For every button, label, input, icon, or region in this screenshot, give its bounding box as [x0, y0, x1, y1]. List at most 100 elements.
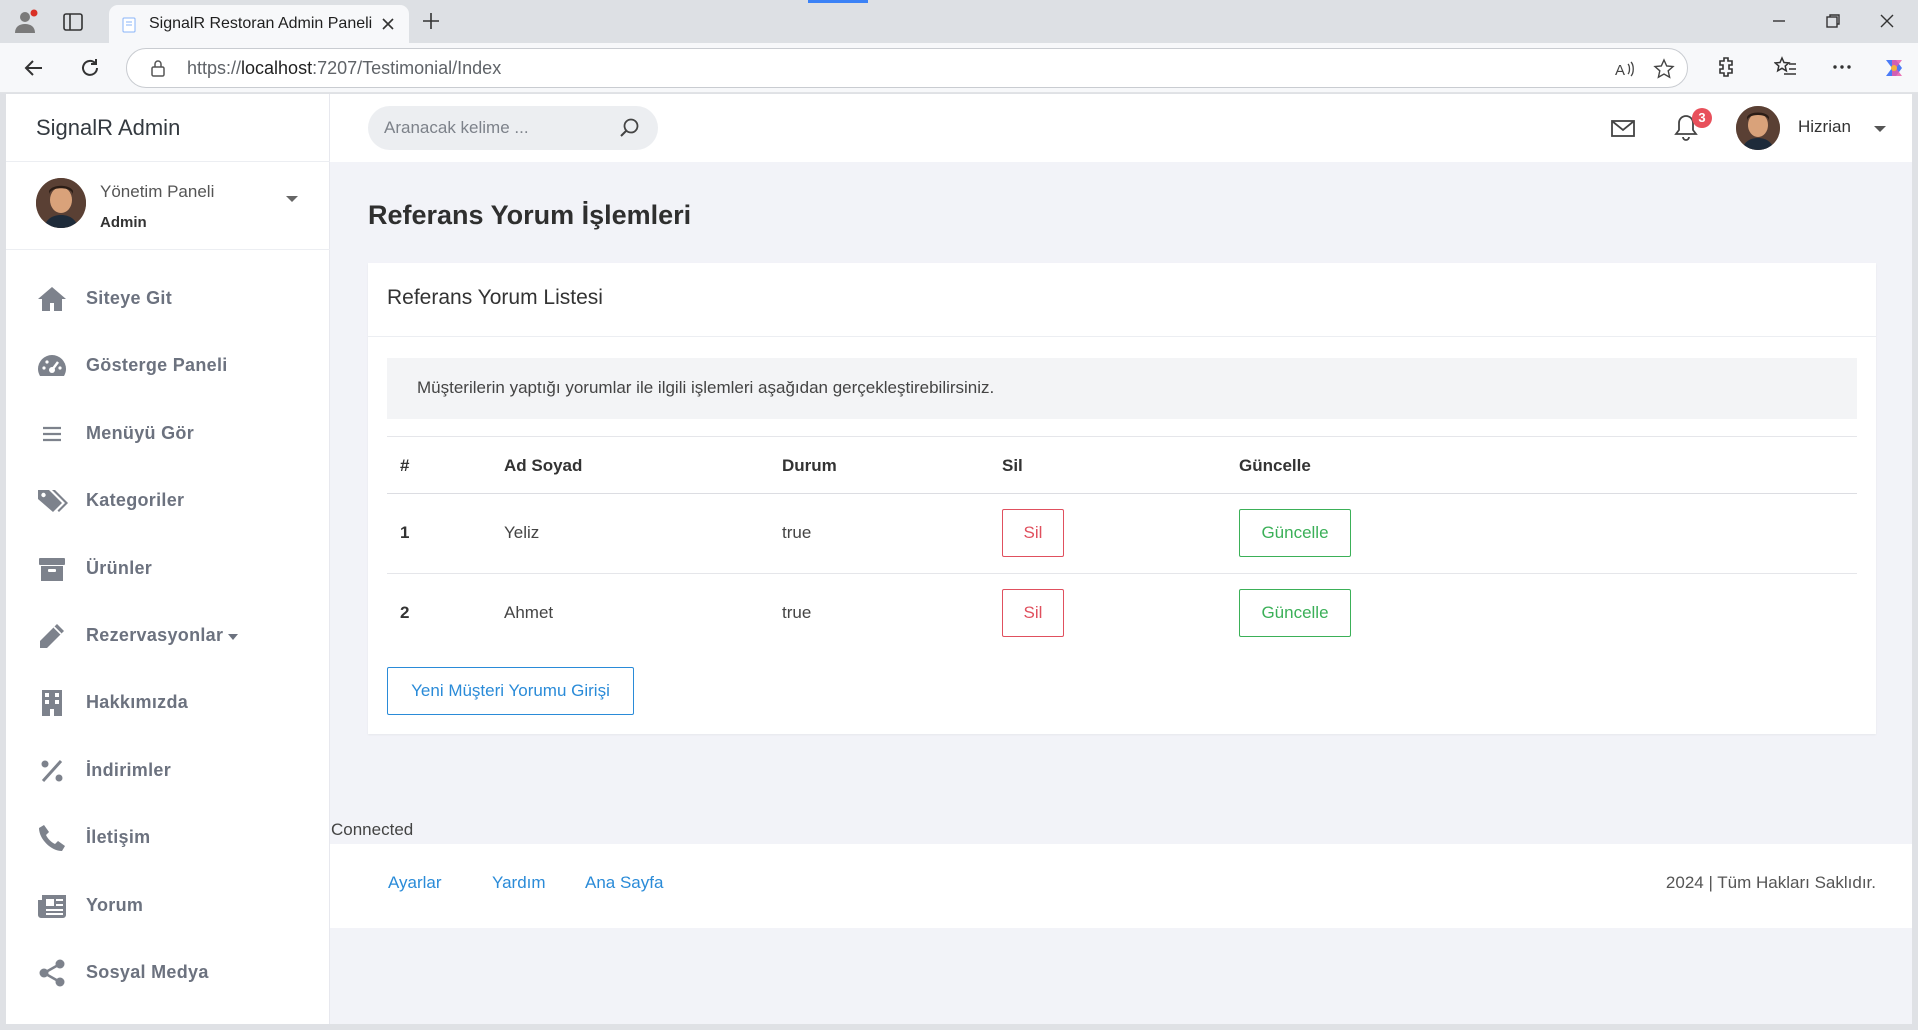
table-row: 2 Ahmet true Sil Güncelle: [387, 573, 1857, 652]
column-header-status: Durum: [782, 456, 837, 475]
mail-icon[interactable]: [1610, 116, 1636, 140]
sidebar: SignalR Admin Yönetim Paneli Admin Sitey…: [6, 94, 330, 1024]
reload-icon[interactable]: [78, 56, 102, 80]
percent-icon: [41, 759, 63, 782]
lock-icon[interactable]: [149, 59, 167, 77]
sidebar-item-label: Kategoriler: [86, 490, 185, 511]
sidebar-item-label: Hakkımızda: [86, 692, 189, 713]
building-icon: [42, 690, 62, 717]
read-aloud-icon[interactable]: A: [1613, 58, 1635, 80]
sidebar-menu: Siteye Git Gösterge Paneli Menüyü Gör Ka…: [6, 266, 330, 1007]
chevron-down-icon: [228, 633, 238, 640]
user-panel-title: Yönetim Paneli: [100, 182, 215, 201]
pencil-icon: [40, 623, 64, 648]
newspaper-icon: [38, 894, 66, 918]
info-text: Müşterilerin yaptığı yorumlar ile ilgili…: [417, 378, 995, 397]
chevron-down-icon[interactable]: [1874, 126, 1886, 132]
sidebar-item-gosterge-paneli[interactable]: Gösterge Paneli: [6, 333, 330, 400]
app-window: SignalR Admin Yönetim Paneli Admin Sitey…: [6, 94, 1912, 1024]
brand-title: SignalR Admin: [36, 115, 181, 140]
row-status: true: [782, 603, 812, 622]
copilot-icon[interactable]: [1880, 54, 1908, 82]
user-name[interactable]: Hizrian: [1798, 117, 1851, 137]
sidebar-item-siteye-git[interactable]: Siteye Git: [6, 266, 330, 333]
footer: Ayarlar Yardım Ana Sayfa 2024 | Tüm Hakl…: [330, 844, 1912, 928]
top-navbar: Aranacak kelime ... 3 Hizrian: [330, 94, 1912, 162]
browser-toolbar: https://localhost:7207/Testimonial/Index…: [0, 43, 1918, 93]
chevron-down-icon[interactable]: [286, 196, 298, 202]
row-number: 2: [400, 603, 410, 622]
url-text: https://localhost:7207/Testimonial/Index: [187, 58, 501, 79]
restore-icon[interactable]: [1822, 10, 1844, 32]
sidebar-item-menuyu-gor[interactable]: Menüyü Gör: [6, 401, 330, 468]
row-name: Yeliz: [504, 523, 540, 542]
card-title: Referans Yorum Listesi: [387, 286, 603, 309]
copyright: 2024 | Tüm Hakları Saklıdır.: [1665, 873, 1876, 892]
delete-button[interactable]: Sil: [1002, 589, 1064, 637]
tab-title: SignalR Restoran Admin Paneli: [149, 15, 373, 32]
footer-link-help[interactable]: Yardım: [492, 873, 546, 893]
notification-badge: 3: [1692, 108, 1712, 128]
page-title: Referans Yorum İşlemleri: [368, 200, 692, 230]
row-number: 1: [400, 523, 410, 542]
archive-icon: [39, 557, 65, 581]
column-header-update: Güncelle: [1239, 456, 1311, 475]
sidebar-item-label: Sosyal Medya: [86, 961, 209, 982]
minimize-icon[interactable]: [1768, 10, 1790, 32]
sidebar-item-urunler[interactable]: Ürünler: [6, 536, 330, 603]
sidebar-item-iletisim[interactable]: İletişim: [6, 805, 330, 872]
sidebar-item-label: Ürünler: [86, 557, 153, 578]
svg-text:A: A: [1615, 62, 1625, 79]
more-options-icon[interactable]: [1830, 55, 1854, 79]
sidebar-item-label: İletişim: [86, 827, 151, 848]
table-header-row: # Ad Soyad Durum Sil Güncelle: [387, 436, 1857, 494]
profile-icon[interactable]: [14, 9, 40, 35]
sidebar-item-kategoriler[interactable]: Kategoriler: [6, 468, 330, 535]
sidebar-item-hakkimizda[interactable]: Hakkımızda: [6, 670, 330, 737]
favorite-star-icon[interactable]: [1653, 58, 1675, 80]
footer-link-home[interactable]: Ana Sayfa: [585, 873, 663, 893]
tab-actions-icon[interactable]: [62, 11, 84, 33]
footer-link-settings[interactable]: Ayarlar: [388, 873, 442, 893]
tab-close-icon[interactable]: [379, 15, 397, 33]
url-scheme: https://: [187, 58, 242, 78]
search-icon[interactable]: [618, 116, 642, 140]
page-favicon-icon: [122, 17, 136, 33]
testimonial-card: Referans Yorum Listesi Müşterilerin yapt…: [368, 263, 1876, 734]
address-bar[interactable]: https://localhost:7207/Testimonial/Index…: [126, 48, 1688, 88]
browser-tab-active[interactable]: SignalR Restoran Admin Paneli: [109, 5, 409, 43]
avatar: [36, 178, 86, 228]
search-input[interactable]: Aranacak kelime ...: [368, 106, 658, 150]
close-window-icon[interactable]: [1876, 10, 1898, 32]
tab-strip-indicator: [808, 0, 868, 3]
info-alert: Müşterilerin yaptığı yorumlar ile ilgili…: [387, 358, 1857, 419]
testimonial-table: # Ad Soyad Durum Sil Güncelle 1 Yeliz tr…: [387, 436, 1857, 652]
url-path: :7207/Testimonial/Index: [312, 58, 502, 78]
table-row: 1 Yeliz true Sil Güncelle: [387, 494, 1857, 573]
card-header: Referans Yorum Listesi: [368, 263, 1876, 337]
sidebar-brand[interactable]: SignalR Admin: [6, 94, 330, 162]
sidebar-item-indirimler[interactable]: İndirimler: [6, 738, 330, 805]
sidebar-item-label: Siteye Git: [86, 288, 173, 308]
back-icon[interactable]: [22, 56, 46, 80]
share-icon: [39, 959, 65, 987]
favorites-list-icon[interactable]: [1774, 55, 1798, 79]
tags-icon: [38, 490, 68, 513]
sidebar-item-sosyal-medya[interactable]: Sosyal Medya: [6, 940, 330, 1007]
user-role: Admin: [100, 214, 147, 231]
sidebar-item-rezervasyonlar[interactable]: Rezervasyonlar: [6, 603, 330, 670]
sidebar-item-yorum[interactable]: Yorum: [6, 873, 330, 940]
new-tab-icon[interactable]: [420, 10, 442, 32]
search-placeholder: Aranacak kelime ...: [384, 118, 529, 137]
delete-button[interactable]: Sil: [1002, 509, 1064, 557]
sidebar-item-label: Menüyü Gör: [86, 422, 195, 443]
extensions-icon[interactable]: [1714, 55, 1738, 79]
column-header-number: #: [400, 456, 410, 475]
avatar[interactable]: [1736, 106, 1780, 150]
update-button[interactable]: Güncelle: [1239, 509, 1351, 557]
new-testimonial-button[interactable]: Yeni Müşteri Yorumu Girişi: [387, 667, 634, 715]
browser-tab-strip: SignalR Restoran Admin Paneli: [0, 0, 1918, 43]
update-button[interactable]: Güncelle: [1239, 589, 1351, 637]
sidebar-user-panel[interactable]: Yönetim Paneli Admin: [6, 162, 330, 250]
sidebar-item-label: Rezervasyonlar: [86, 624, 224, 645]
